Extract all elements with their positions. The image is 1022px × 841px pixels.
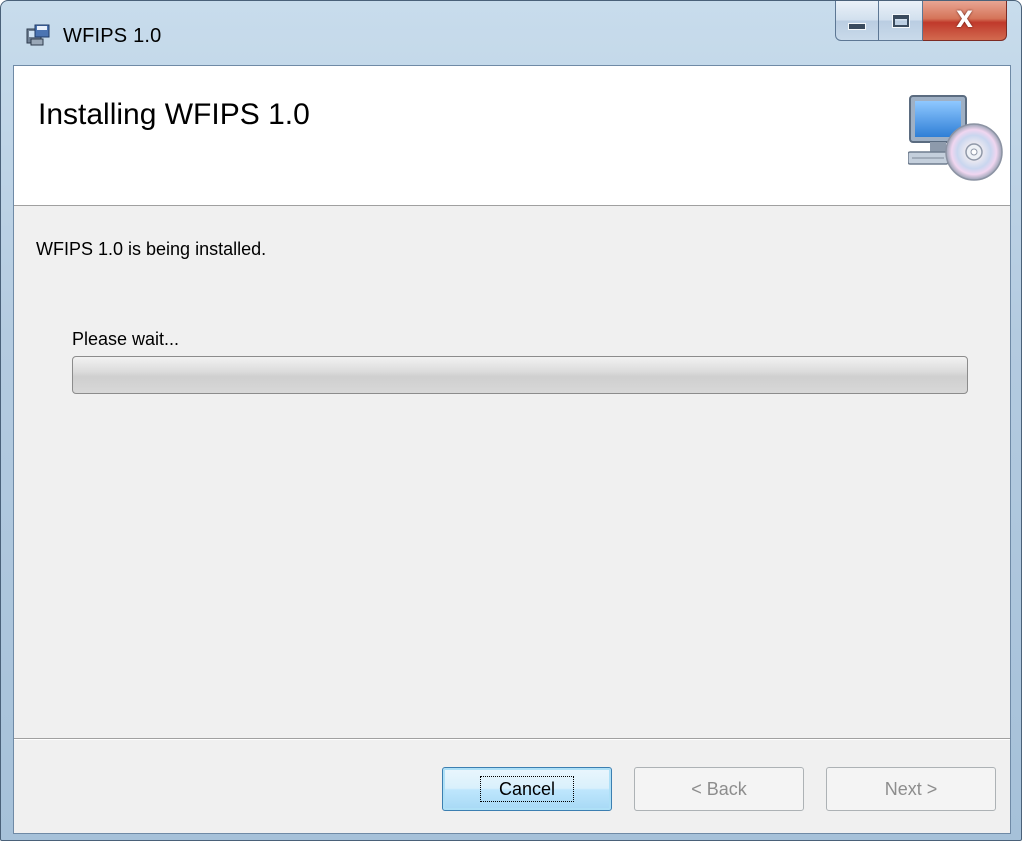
minimize-icon: [848, 23, 866, 30]
please-wait-label: Please wait...: [72, 329, 180, 349]
title-bar[interactable]: WFIPS 1.0 X: [1, 1, 1021, 65]
next-button[interactable]: Next >: [826, 767, 996, 811]
caption-buttons: X: [835, 1, 1007, 41]
back-button[interactable]: < Back: [634, 767, 804, 811]
close-icon: X: [956, 8, 973, 33]
computer-cd-icon: [908, 95, 1003, 181]
install-status-text: WFIPS 1.0 is being installed.: [36, 239, 267, 259]
dialog-client-area: Installing WFIPS 1.0 WFIPS 1.0 is being …: [13, 65, 1011, 834]
maximize-icon: [891, 13, 910, 28]
page-title: Installing WFIPS 1.0: [38, 98, 310, 131]
install-progress-bar: [72, 356, 968, 394]
window-title: WFIPS 1.0: [63, 25, 162, 47]
cancel-button-label: Cancel: [479, 775, 575, 802]
installer-window: WFIPS 1.0 X Installing WFIPS 1.0 WFIPS 1…: [0, 0, 1022, 841]
header-banner: Installing WFIPS 1.0: [14, 66, 1010, 206]
cancel-button[interactable]: Cancel: [442, 767, 612, 811]
minimize-button[interactable]: [835, 1, 879, 41]
footer-separator: [14, 738, 1010, 740]
next-button-label: Next >: [884, 778, 938, 799]
close-button[interactable]: X: [923, 1, 1007, 41]
back-button-label: < Back: [691, 778, 747, 799]
maximize-button[interactable]: [879, 1, 923, 41]
installer-app-icon: [26, 24, 50, 46]
